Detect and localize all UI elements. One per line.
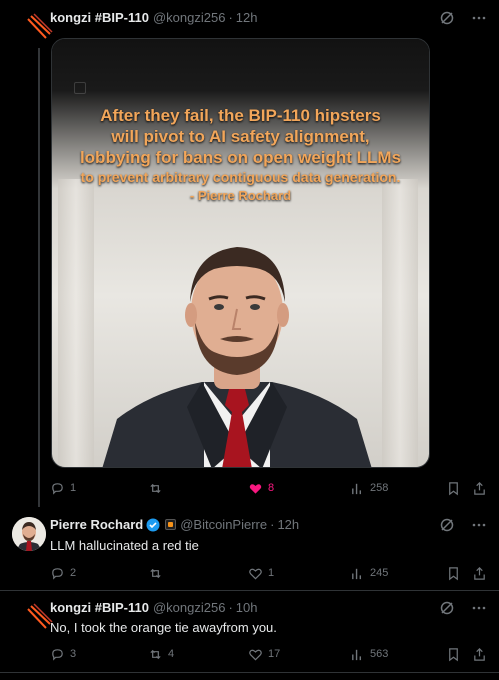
tweet-3[interactable]: kongzi #BIP-110 @kongzi256 · 10h No, I t… (0, 592, 499, 680)
portrait-illustration (102, 247, 372, 467)
bookmark-button[interactable] (446, 481, 461, 496)
repost-count: 4 (168, 648, 175, 660)
reply-count: 2 (70, 567, 77, 579)
repost-icon (150, 649, 161, 659)
repost-icon (150, 483, 161, 493)
bookmark-button[interactable] (446, 566, 461, 581)
reply-button[interactable]: 2 (50, 566, 76, 581)
tweet-top-icons (439, 600, 487, 616)
views-button[interactable]: 245 (350, 566, 388, 581)
bookmark-icon (449, 566, 458, 580)
tweet-image[interactable]: After they fail, the BIP-110 hipsters wi… (51, 38, 430, 468)
tweet-2[interactable]: Pierre Rochard @BitcoinPierre · 12h LLM … (0, 505, 499, 595)
repost-button[interactable] (148, 481, 168, 496)
quote-line: After they fail, the BIP-110 hipsters (100, 106, 381, 125)
display-name[interactable]: kongzi #BIP-110 (50, 600, 149, 615)
timestamp[interactable]: 10h (236, 600, 258, 615)
quote-line: will pivot to AI safety alignment, (111, 127, 370, 146)
grok-icon[interactable] (439, 600, 455, 616)
tweet-actions: 3 4 17 563 (50, 644, 487, 664)
tweet-text: No, I took the orange tie awayfrom you. (50, 620, 277, 635)
share-button[interactable] (472, 566, 487, 581)
bookmark-icon (449, 481, 458, 495)
view-count: 245 (370, 567, 389, 579)
separator-dot: · (228, 600, 233, 615)
like-button[interactable]: 8 (248, 481, 274, 496)
separator-dot: · (270, 517, 275, 532)
views-icon (352, 483, 362, 494)
tweet-divider (0, 672, 499, 673)
separator-dot: · (228, 10, 233, 25)
repost-icon (150, 568, 161, 578)
like-icon (249, 568, 262, 580)
tweet-header: kongzi #BIP-110 @kongzi256 · 10h (50, 600, 258, 615)
background-column (382, 179, 418, 467)
views-icon (352, 649, 362, 660)
tweet-header: Pierre Rochard @BitcoinPierre · 12h (50, 517, 299, 532)
handle[interactable]: @kongzi256 (153, 600, 225, 615)
quote-line: lobbying for bans on open weight LLMs (79, 148, 402, 167)
like-icon (249, 649, 262, 661)
like-count: 17 (268, 648, 281, 660)
avatar[interactable] (12, 517, 46, 551)
bookmark-icon (449, 647, 458, 661)
reply-count: 1 (70, 482, 77, 494)
share-button[interactable] (472, 647, 487, 662)
grok-icon[interactable] (439, 10, 455, 26)
handle[interactable]: @BitcoinPierre (180, 517, 267, 532)
share-icon (474, 566, 485, 580)
image-quote: After they fail, the BIP-110 hipsters wi… (52, 105, 429, 205)
more-icon[interactable] (471, 600, 487, 616)
repost-button[interactable] (148, 566, 168, 581)
like-button[interactable]: 17 (248, 647, 280, 662)
tweet-actions: 1 8 258 (50, 478, 487, 498)
share-icon (474, 647, 485, 661)
timestamp[interactable]: 12h (236, 10, 258, 25)
faded-ui-overlay (74, 81, 414, 95)
share-icon (474, 481, 485, 495)
views-button[interactable]: 258 (350, 481, 388, 496)
display-name[interactable]: kongzi #BIP-110 (50, 10, 149, 25)
handle[interactable]: @kongzi256 (153, 10, 225, 25)
more-icon[interactable] (471, 517, 487, 533)
tweet-actions: 2 1 245 (50, 563, 487, 583)
reply-icon (52, 648, 63, 661)
tweet-top-icons (439, 517, 487, 533)
reply-count: 3 (70, 648, 77, 660)
like-count: 1 (268, 567, 275, 579)
views-icon (352, 568, 362, 579)
quote-attribution: - Pierre Rochard (189, 188, 292, 203)
view-count: 258 (370, 482, 389, 494)
reply-icon (52, 482, 63, 495)
affiliate-badge-icon (165, 519, 177, 530)
thread-line (38, 48, 40, 507)
tweet-text: LLM hallucinated a red tie (50, 538, 199, 553)
tweet-header: kongzi #BIP-110 @kongzi256 · 12h (50, 10, 258, 25)
verified-badge-icon (146, 518, 160, 531)
more-icon[interactable] (471, 10, 487, 26)
tweet-1[interactable]: kongzi #BIP-110 @kongzi256 · 12h After t… (0, 0, 499, 507)
display-name[interactable]: Pierre Rochard (50, 517, 143, 532)
tweet-divider (0, 590, 499, 591)
grok-icon[interactable] (439, 517, 455, 533)
like-count: 8 (268, 482, 275, 494)
timestamp[interactable]: 12h (277, 517, 299, 532)
reply-icon (52, 567, 63, 580)
background-column (58, 179, 94, 467)
view-count: 563 (370, 648, 389, 660)
reply-button[interactable]: 1 (50, 481, 76, 496)
bookmark-button[interactable] (446, 647, 461, 662)
quote-line: to prevent arbitrary contiguous data gen… (80, 169, 401, 185)
views-button[interactable]: 563 (350, 647, 388, 662)
tweet-top-icons (439, 10, 487, 26)
share-button[interactable] (472, 481, 487, 496)
like-icon (249, 483, 262, 494)
like-button[interactable]: 1 (248, 566, 274, 581)
reply-button[interactable]: 3 (50, 647, 76, 662)
repost-button[interactable]: 4 (148, 647, 174, 662)
